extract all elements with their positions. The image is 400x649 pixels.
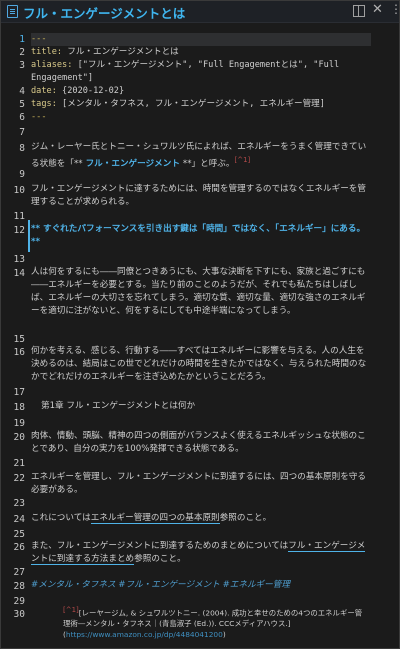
line-number: 7 bbox=[19, 127, 25, 138]
text: 参照のこと。 bbox=[134, 554, 186, 564]
paragraph[interactable]: これについてはエネルギー管理の四つの基本原則参照のこと。 bbox=[31, 512, 371, 525]
line-number: 17 bbox=[13, 387, 25, 398]
frontmatter-tags[interactable]: tags: [メンタル・タフネス, フル・エンゲージメント, エネルギー管理] bbox=[31, 98, 371, 111]
frontmatter-value: ["フル・エンゲージメント", "Full Engagementとは", "Fu… bbox=[31, 60, 345, 83]
paragraph[interactable]: フル・エンゲージメントに達するためには、時間を管理するのではなくエネルギーを管理… bbox=[31, 183, 371, 209]
close-icon[interactable]: ✕ bbox=[372, 3, 383, 16]
line-number: 29 bbox=[13, 596, 25, 607]
preview-toggle-icon[interactable] bbox=[353, 5, 365, 17]
frontmatter-key: aliases: bbox=[31, 60, 73, 70]
line-number: 2 bbox=[19, 47, 25, 58]
paragraph[interactable]: エネルギーを管理し、フル・エンゲージメントに到達するには、四つの基本原則を守る必… bbox=[31, 471, 371, 497]
line-number: 12 bbox=[13, 225, 25, 236]
frontmatter-value: フル・エンゲージメントとは bbox=[62, 47, 179, 57]
paragraph[interactable]: ジム・レーヤー氏とトニー・シュワルツ氏によれば、エネルギーをうまく管理できている… bbox=[31, 141, 371, 171]
line-number: 26 bbox=[13, 542, 25, 553]
line-number: 9 bbox=[19, 169, 25, 180]
chapter-reference[interactable]: 第1章 フル・エンゲージメントとは何か bbox=[41, 400, 381, 413]
line-number: 30 bbox=[13, 609, 25, 620]
line-number: 6 bbox=[19, 112, 25, 123]
editor-pane: フル・エンゲージメントとは ✕ ⋮ 1 2 3 4 5 6 7 8 9 10 1… bbox=[0, 0, 400, 649]
footnote-reference[interactable]: [^1] bbox=[235, 156, 251, 164]
frontmatter-delimiter[interactable]: --- bbox=[31, 33, 371, 46]
frontmatter-key: tags: bbox=[31, 99, 57, 109]
line-number: 25 bbox=[13, 529, 25, 540]
line-number: 16 bbox=[13, 347, 25, 358]
frontmatter-key: date: bbox=[31, 86, 57, 96]
bold-text: フル・エンゲージメント bbox=[82, 158, 183, 169]
frontmatter-value: [メンタル・タフネス, フル・エンゲージメント, エネルギー管理] bbox=[56, 99, 325, 109]
internal-link[interactable]: エネルギー管理の四つの基本原則 bbox=[90, 513, 220, 524]
footnote[interactable]: [^1][レーヤージム, & シュワルツトニー. (2004). 成功と幸せのた… bbox=[63, 605, 369, 640]
line-number: 14 bbox=[13, 268, 25, 279]
line-number: 18 bbox=[13, 402, 25, 413]
line-number: 28 bbox=[13, 581, 25, 592]
line-number: 13 bbox=[13, 254, 25, 265]
frontmatter-date[interactable]: date: {2020-12-02} bbox=[31, 85, 371, 98]
line-number: 23 bbox=[13, 498, 25, 509]
line-number: 27 bbox=[13, 567, 25, 578]
line-number: 15 bbox=[13, 334, 25, 345]
more-options-icon[interactable]: ⋮ bbox=[390, 3, 399, 15]
line-number: 22 bbox=[13, 473, 25, 484]
line-number: 5 bbox=[19, 99, 25, 110]
footnote-text: ) bbox=[222, 630, 226, 640]
line-number: 1 bbox=[19, 34, 25, 45]
line-number: 4 bbox=[19, 86, 25, 97]
footnote-url[interactable]: https://www.amazon.co.jp/dp/4484041200 bbox=[66, 630, 223, 639]
page-title[interactable]: フル・エンゲージメントとは bbox=[23, 3, 185, 22]
line-number: 8 bbox=[19, 143, 25, 154]
line-number: 10 bbox=[13, 185, 25, 196]
line-number: 20 bbox=[13, 432, 25, 443]
frontmatter-aliases[interactable]: aliases: ["フル・エンゲージメント", "Full Engagemen… bbox=[31, 59, 371, 85]
frontmatter-delimiter[interactable]: --- bbox=[31, 111, 371, 124]
text: これについては bbox=[31, 513, 91, 523]
frontmatter-key: title: bbox=[31, 47, 63, 57]
text: 参照のこと。 bbox=[219, 513, 272, 523]
footnote-marker: [^1] bbox=[63, 606, 79, 614]
line-number: 11 bbox=[13, 211, 25, 222]
tab-title-bar: フル・エンゲージメントとは ✕ ⋮ bbox=[1, 1, 399, 23]
quote-paragraph[interactable]: 何かを考える、感じる、行動する――すべてはエネルギーに影響を与える。人の人生を決… bbox=[31, 345, 371, 384]
paragraph[interactable]: 肉体、情動、頭脳、精神の四つの側面がバランスよく使えるエネルギッシュな状態のこと… bbox=[31, 430, 371, 456]
document-icon bbox=[7, 5, 18, 18]
frontmatter-title[interactable]: title: フル・エンゲージメントとは bbox=[31, 46, 371, 59]
line-number: 21 bbox=[13, 458, 25, 469]
tag-line[interactable]: #メンタル・タフネス #フル・エンゲージメント #エネルギー管理 bbox=[31, 579, 371, 592]
line-number: 3 bbox=[19, 60, 25, 71]
line-number: 24 bbox=[13, 514, 25, 525]
frontmatter-value: {2020-12-02} bbox=[56, 86, 125, 96]
blockquote-bold[interactable]: ** すぐれたパフォーマンスを引き出す鍵は「時間」ではなく、「エネルギー」にある… bbox=[31, 223, 371, 249]
paragraph[interactable]: また、フル・エンゲージメントに到達するためのまとめについてはフル・エンゲージメン… bbox=[31, 540, 371, 566]
quote-paragraph[interactable]: 人は何をするにも――同僚とつきあうにも、大事な決断を下すにも、家族と過ごすにも―… bbox=[31, 266, 371, 318]
text: **」と呼ぶ。 bbox=[182, 158, 235, 169]
text: また、フル・エンゲージメントに到達するためのまとめについては bbox=[31, 541, 289, 551]
line-number: 19 bbox=[13, 418, 25, 429]
